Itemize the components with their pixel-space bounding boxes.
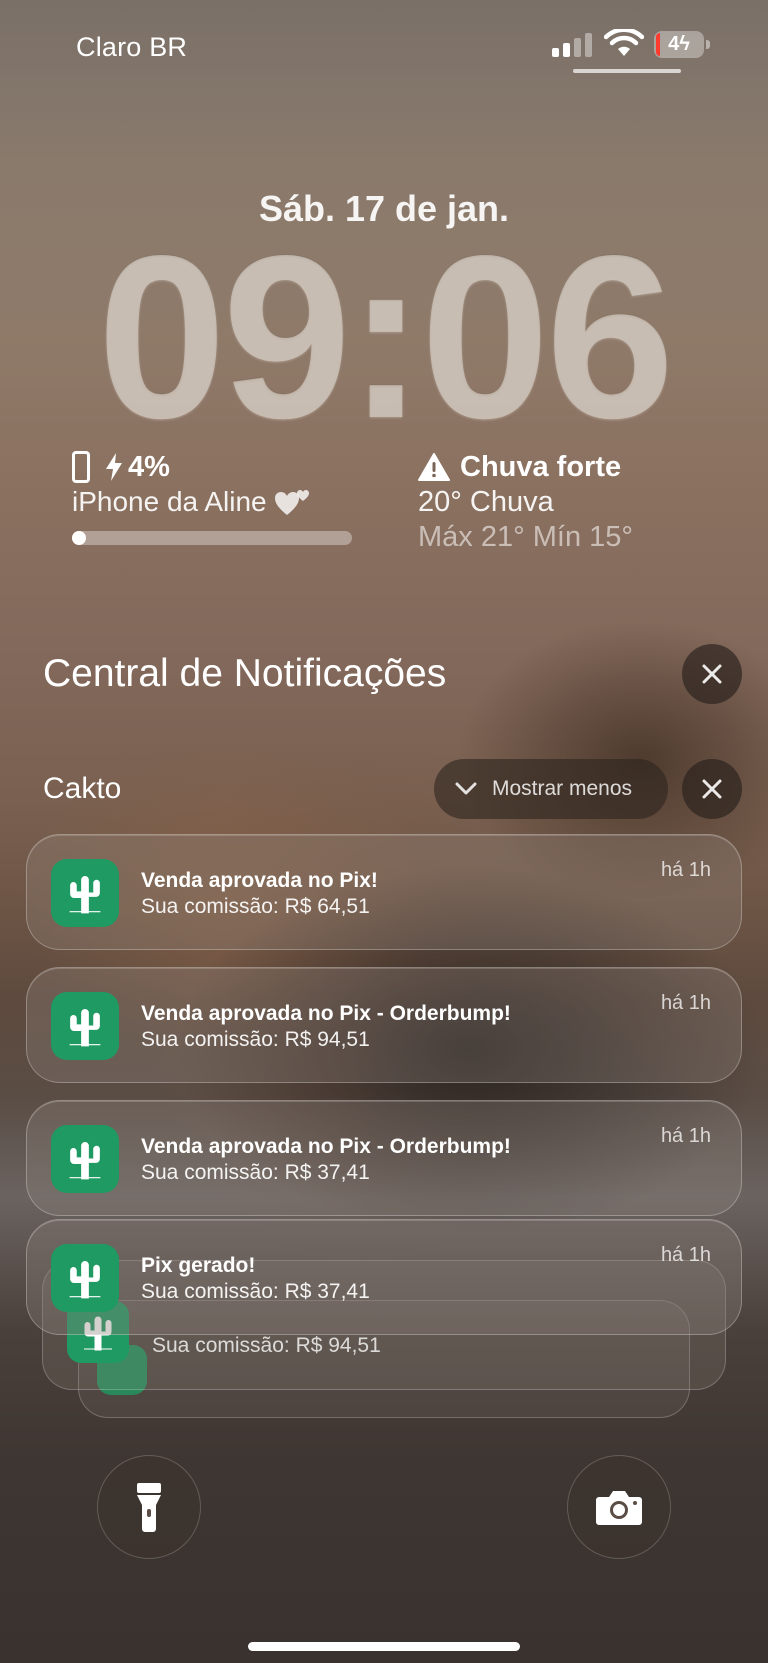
show-less-button[interactable]: Mostrar menos (434, 759, 668, 819)
camera-button[interactable] (567, 1455, 671, 1559)
cactus-app-icon (51, 1244, 119, 1312)
notification-card[interactable]: Venda aprovada no Pix - Orderbump! Sua c… (26, 967, 742, 1083)
notification-pull-indicator (573, 69, 681, 73)
cactus-app-icon (51, 992, 119, 1060)
group-app-name: Cakto (43, 772, 122, 805)
close-icon (702, 779, 722, 799)
chevron-down-icon (455, 782, 477, 795)
cellular-signal-icon (552, 33, 594, 57)
weather-widget[interactable]: Chuva forte 20° Chuva Máx 21° Mín 15° (418, 448, 738, 558)
battery-level-bar-fill (72, 531, 86, 545)
flashlight-icon (137, 1483, 161, 1532)
notification-title: Venda aprovada no Pix - Orderbump! (141, 1002, 511, 1025)
battery-percent: 4% (128, 450, 170, 483)
home-indicator[interactable] (248, 1642, 520, 1651)
weather-range: Máx 21° Mín 15° (418, 521, 634, 553)
wifi-icon (604, 29, 644, 56)
lock-time[interactable]: 09:06 (0, 222, 768, 454)
cactus-app-icon (51, 1125, 119, 1193)
notification-title: Pix gerado! (141, 1254, 256, 1277)
notification-time: há 1h (660, 992, 711, 1014)
charging-bolt-icon (106, 453, 122, 481)
notification-time: há 1h (660, 859, 711, 881)
hearts-icon (274, 490, 309, 515)
notification-card[interactable]: Venda aprovada no Pix! Sua comissão: R$ … (26, 834, 742, 950)
notification-title: Venda aprovada no Pix! (141, 869, 378, 892)
iphone-icon (72, 451, 90, 483)
notification-body: Sua comissão: R$ 37,41 (141, 1161, 370, 1184)
cactus-app-icon (51, 859, 119, 927)
battery-text: 4 (668, 33, 680, 55)
notification-title: Venda aprovada no Pix - Orderbump! (141, 1135, 511, 1158)
notification-time: há 1h (660, 1125, 711, 1147)
group-clear-button[interactable] (682, 759, 742, 819)
status-bar: Claro BR 4ϟ (0, 0, 768, 95)
battery-level-bar (72, 531, 352, 545)
notification-time: há 1h (660, 1244, 711, 1266)
flashlight-button[interactable] (97, 1455, 201, 1559)
notification-body: Sua comissão: R$ 37,41 (141, 1280, 370, 1303)
carrier-name: Claro BR (76, 32, 188, 62)
warning-icon (418, 453, 450, 481)
show-less-label: Mostrar menos (492, 777, 633, 800)
weather-condition: 20° Chuva (418, 486, 554, 518)
clear-all-button[interactable] (682, 644, 742, 704)
battery-widget[interactable]: 4% iPhone da Aline (72, 448, 362, 548)
notification-center-title: Central de Notificações (43, 652, 447, 695)
bolt-icon: ϟ (679, 33, 690, 55)
stacked-notification-body: Sua comissão: R$ 94,51 (152, 1334, 381, 1357)
notification-card[interactable]: Venda aprovada no Pix - Orderbump! Sua c… (26, 1100, 742, 1216)
battery-charging-icon: 4ϟ (654, 31, 710, 58)
camera-icon (596, 1491, 642, 1525)
notification-body: Sua comissão: R$ 64,51 (141, 895, 370, 918)
notification-body: Sua comissão: R$ 94,51 (141, 1028, 370, 1051)
weather-alert: Chuva forte (460, 450, 622, 483)
close-icon (702, 664, 722, 684)
device-name: iPhone da Aline (72, 486, 267, 517)
notification-card[interactable]: Pix gerado! Sua comissão: R$ 37,41 há 1h (26, 1219, 742, 1335)
